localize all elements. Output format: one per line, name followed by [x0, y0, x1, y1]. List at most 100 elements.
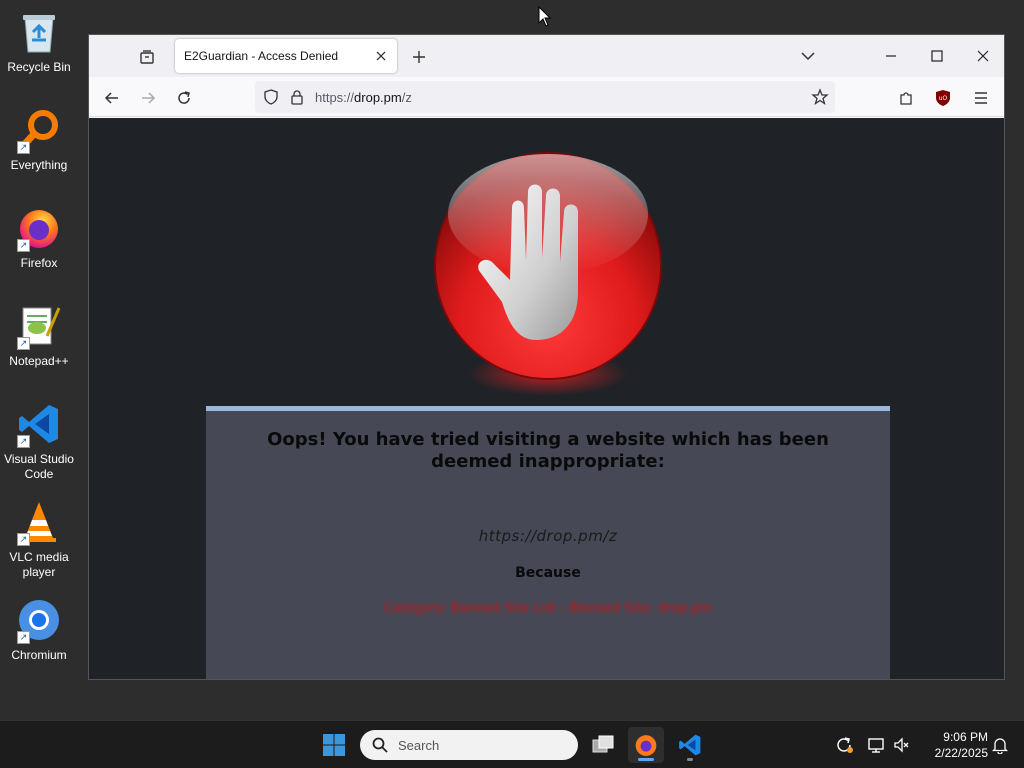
running-app-indicator [687, 758, 693, 761]
clock-date: 2/22/2025 [934, 746, 988, 760]
url-text: https://drop.pm/z [315, 90, 412, 105]
desktop-icon-everything[interactable]: ↗ Everything [2, 106, 76, 173]
chromium-icon: ↗ [15, 596, 63, 644]
vscode-icon: ↗ [15, 400, 63, 448]
desktop-icon-chromium[interactable]: ↗ Chromium [2, 596, 76, 663]
url-bar[interactable]: https://drop.pm/z [255, 81, 835, 113]
vlc-icon: ↗ [15, 498, 63, 546]
because-label: Because [515, 565, 581, 581]
notepadpp-icon: ↗ [15, 302, 63, 350]
tracking-protection-shield-icon[interactable] [263, 89, 279, 108]
desktop-icon-recycle-bin[interactable]: Recycle Bin [2, 8, 76, 75]
taskbar-search-box[interactable]: Search [360, 730, 578, 760]
firefox-view-icon [140, 50, 154, 64]
close-icon [376, 51, 386, 61]
puzzle-icon [900, 92, 912, 105]
sync-icon [837, 737, 853, 753]
task-view-icon [592, 735, 614, 753]
start-button[interactable] [316, 727, 352, 763]
desktop-icon-notepadpp[interactable]: ↗ Notepad++ [2, 302, 76, 369]
volume-button[interactable] [884, 727, 920, 763]
maximize-icon [931, 50, 943, 62]
forward-button[interactable] [135, 85, 161, 111]
windows-logo-icon [323, 734, 345, 756]
close-window-button[interactable] [961, 41, 1004, 71]
app-menu-button[interactable] [968, 85, 994, 111]
extensions-button[interactable] [893, 85, 919, 111]
arrow-right-icon [142, 92, 156, 104]
tab-active[interactable]: E2Guardian - Access Denied [175, 39, 397, 73]
blocked-url: https://drop.pm/z [478, 527, 618, 545]
desktop-icon-vlc[interactable]: ↗ VLC media player [2, 498, 76, 580]
denial-message-panel: Oops! You have tried visiting a website … [206, 406, 890, 679]
firefox-window: E2Guardian - Access Denied https://drop.… [88, 34, 1005, 680]
reload-button[interactable] [171, 85, 197, 111]
close-icon [977, 50, 989, 62]
svg-text:uO: uO [939, 95, 948, 102]
desktop-icon-label: Notepad++ [9, 354, 69, 368]
chevron-down-icon [801, 52, 815, 61]
shortcut-arrow-icon: ↗ [17, 631, 30, 644]
firefox-view-button[interactable] [135, 45, 159, 69]
stop-hand-icon [432, 152, 664, 402]
desktop-icon-label: Visual Studio Code [4, 452, 74, 481]
vscode-icon [679, 734, 701, 756]
desktop-icon-label: Everything [10, 158, 68, 172]
task-view-button[interactable] [585, 727, 621, 763]
clock-time: 9:06 PM [943, 730, 988, 744]
update-status-button[interactable] [826, 727, 862, 763]
everything-icon: ↗ [15, 106, 63, 154]
shortcut-arrow-icon: ↗ [17, 141, 30, 154]
star-icon [811, 88, 829, 106]
url-host: drop.pm [354, 90, 402, 105]
tab-close-button[interactable] [373, 48, 389, 64]
minimize-button[interactable] [869, 41, 913, 71]
desktop-icon-label: Firefox [20, 256, 58, 270]
search-icon [372, 737, 388, 753]
navigation-toolbar: https://drop.pm/z uO [89, 77, 1004, 117]
shortcut-arrow-icon: ↗ [17, 239, 30, 252]
active-app-indicator [638, 758, 654, 761]
lock-icon[interactable] [290, 89, 304, 108]
maximize-button[interactable] [915, 41, 959, 71]
ublock-shield-icon: uO [936, 90, 950, 106]
firefox-icon: ↗ [15, 204, 63, 252]
network-icon [868, 738, 884, 753]
firefox-icon [635, 735, 657, 756]
volume-muted-icon [894, 737, 909, 753]
reload-icon [178, 91, 190, 104]
recycle-bin-icon [15, 8, 63, 56]
desktop-icon-label: Recycle Bin [7, 60, 71, 74]
denial-heading: Oops! You have tried visiting a website … [267, 429, 829, 472]
desktop-icon-label: Chromium [11, 648, 67, 662]
access-denied-page: Oops! You have tried visiting a website … [89, 118, 1004, 679]
tab-bar: E2Guardian - Access Denied [89, 35, 1004, 77]
back-button[interactable] [99, 85, 125, 111]
minimize-icon [886, 55, 896, 57]
hamburger-menu-icon [975, 92, 987, 104]
url-path: /z [401, 90, 412, 105]
notifications-button[interactable] [982, 727, 1018, 763]
desktop-icon-firefox[interactable]: ↗ Firefox [2, 204, 76, 271]
desktop-icon-vscode[interactable]: ↗ Visual Studio Code [2, 400, 76, 482]
ublock-origin-button[interactable]: uO [930, 85, 956, 111]
url-scheme: https:// [315, 90, 355, 105]
mouse-cursor-icon [538, 5, 552, 33]
shortcut-arrow-icon: ↗ [17, 337, 30, 350]
bookmark-star-button[interactable] [811, 88, 829, 109]
shortcut-arrow-icon: ↗ [17, 435, 30, 448]
taskbar-firefox[interactable] [628, 727, 664, 763]
taskbar: Search 9:06 PM 2/22/2025 [0, 720, 1024, 768]
list-all-tabs-button[interactable] [797, 45, 819, 67]
plus-icon [413, 51, 425, 63]
tab-title: E2Guardian - Access Denied [184, 49, 339, 63]
desktop-icon-label: VLC media player [9, 550, 69, 579]
shortcut-arrow-icon: ↗ [17, 533, 30, 546]
denial-reason: Category: Banned Site List - Blocked Sit… [383, 601, 713, 616]
new-tab-button[interactable] [407, 45, 431, 69]
system-clock[interactable]: 9:06 PM 2/22/2025 [918, 729, 988, 761]
taskbar-vscode[interactable] [672, 727, 708, 763]
arrow-left-icon [104, 92, 118, 104]
bell-icon [992, 738, 1008, 754]
search-placeholder: Search [398, 737, 440, 753]
